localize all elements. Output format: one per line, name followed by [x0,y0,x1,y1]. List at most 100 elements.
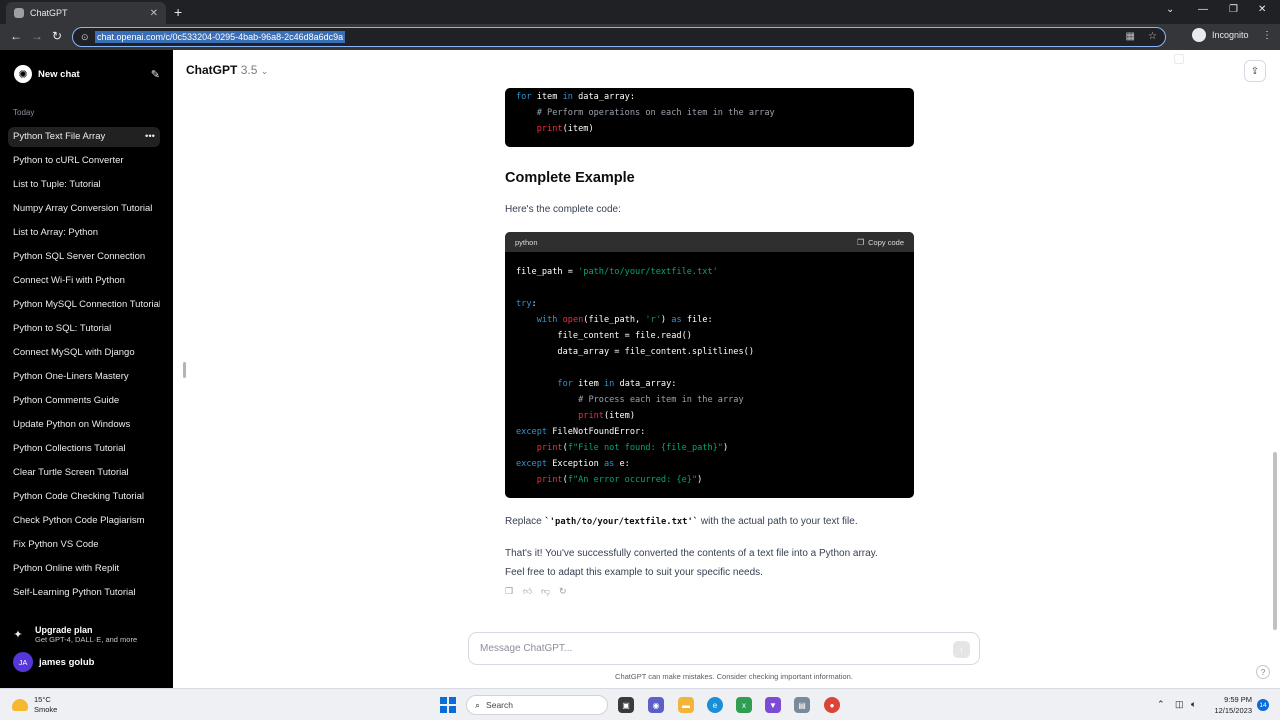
chat-history-item[interactable]: Update Python on Windows [8,415,160,439]
chat-history-item[interactable]: Python Collections Tutorial [8,439,160,463]
wifi-icon[interactable]: ◫ [1175,699,1184,710]
temperature: 15°C [34,695,51,704]
section-heading: Complete Example [505,170,635,186]
share-button[interactable]: ⇪ [1244,60,1266,82]
chat-history-item[interactable]: Python Code Checking Tutorial [8,487,160,511]
openai-logo-icon: ✺ [14,65,32,83]
chat-history-item[interactable]: List to Array: Python [8,223,160,247]
browser-menu-icon[interactable]: ⋮ [1262,30,1272,41]
message-input[interactable]: Message ChatGPT... ↑ [468,632,980,665]
code-line: for item in data_array: [557,379,677,389]
chat-history-item[interactable]: Python to SQL: Tutorial [8,319,160,343]
section-label-today: Today [13,108,35,117]
copy-icon[interactable]: ❐ [505,586,523,597]
new-chat-label: New chat [38,68,80,80]
minimize-icon[interactable]: — [1198,4,1208,15]
help-button[interactable]: ? [1256,665,1270,679]
chat-history-item[interactable]: Python One-Liners Mastery [8,367,160,391]
bookmark-star-icon[interactable]: ☆ [1148,31,1157,42]
weather-widget[interactable]: 15°C Smoke [12,695,57,715]
tab-search-chevron-icon[interactable]: ⌄ [1166,4,1174,15]
weather-condition: Smoke [34,705,58,714]
taskbar-search[interactable]: ⌕ Search [466,695,608,715]
thumbs-down-icon[interactable]: 👎︎ [541,586,559,597]
tray-chevron-up-icon[interactable]: ⌃ [1157,699,1165,710]
code-line: for item in data_array: [516,92,636,102]
back-arrow-icon[interactable]: ← [10,29,22,43]
address-bar[interactable]: ⊙ chat.openai.com/c/0c533204-0295-4bab-9… [72,27,1166,47]
more-options-icon[interactable]: ••• [145,127,155,147]
send-button[interactable]: ↑ [953,641,970,658]
reload-icon[interactable]: ↻ [52,29,62,43]
replace-suffix: with the actual path to your text file. [698,516,858,527]
avatar: JA [13,652,33,672]
code-block-header: python ❐ Copy code [505,232,914,252]
send-arrow-icon: ↑ [959,644,964,655]
search-icon: ⌕ [475,699,481,710]
forward-arrow-icon[interactable]: → [31,29,43,43]
sidebar: ✺ New chat ✎ Today Python Text File Arra… [0,50,173,688]
message-actions: ❐ 👍︎ 👎︎ ↻ [505,586,577,597]
upgrade-plan-button[interactable]: ✦ Upgrade plan Get GPT-4, DALL·E, and mo… [10,620,160,648]
new-chat-button[interactable]: ✺ New chat ✎ [8,62,160,86]
site-info-icon[interactable]: ⊙ [81,32,89,43]
incognito-indicator[interactable]: Incognito [1192,28,1249,42]
model-selector[interactable]: ChatGPT 3.5 ⌄ [186,63,268,77]
code-line: file_content = file.read() [516,331,692,341]
maximize-icon[interactable]: ❐ [1229,4,1238,15]
regenerate-icon[interactable]: ↻ [559,586,577,597]
compose-icon[interactable]: ✎ [151,68,160,81]
chat-history-item[interactable]: Self-Learning Python Tutorial [8,583,160,607]
file-explorer-icon[interactable]: ▬ [678,697,694,713]
code-block: python ❐ Copy code file_path = 'path/to/… [505,232,914,498]
notification-badge[interactable]: 14 [1257,699,1269,711]
thumbs-up-icon[interactable]: 👍︎ [523,586,541,597]
share-icon: ⇪ [1250,65,1260,77]
upgrade-subtitle: Get GPT-4, DALL·E, and more [35,634,138,644]
code-line: # Perform operations on each item in the… [536,108,775,118]
chat-history-item[interactable]: Connect Wi-Fi with Python [8,271,160,295]
chat-history-item[interactable]: Clear Turtle Screen Tutorial [8,463,160,487]
new-tab-plus-icon[interactable]: + [174,4,182,20]
clock-time: 9:59 PM [1224,695,1252,704]
sidebar-collapse-handle[interactable] [183,362,186,378]
vpn-app-icon[interactable]: ▼ [765,697,781,713]
url-text[interactable]: chat.openai.com/c/0c533204-0295-4bab-96a… [95,31,346,43]
excel-icon[interactable]: x [736,697,752,713]
qr-code-icon[interactable]: ▦ [1126,31,1135,42]
user-menu[interactable]: JA james golub [13,652,94,672]
chat-history-item[interactable]: Python Comments Guide [8,391,160,415]
chat-history-list: Python Text File Array ••• Python to cUR… [8,127,160,607]
chat-history-item[interactable]: Check Python Code Plagiarism [8,511,160,535]
chrome-icon[interactable]: ● [824,697,840,713]
code-line: file_path = 'path/to/your/textfile.txt' [516,267,718,277]
chat-history-item[interactable]: Python to cURL Converter [8,151,160,175]
side-panel-icon[interactable] [1174,54,1184,64]
task-view-icon[interactable]: ▣ [618,697,634,713]
edge-browser-icon[interactable]: e [707,697,723,713]
browser-tab[interactable]: ChatGPT ✕ [6,2,166,24]
chat-history-item[interactable]: Connect MySQL with Django [8,343,160,367]
code-line: print(f"An error occurred: {e}") [536,475,703,485]
copy-code-button[interactable]: ❐ Copy code [857,238,904,247]
window-close-icon[interactable]: ✕ [1258,4,1266,15]
chat-history-item[interactable]: Python SQL Server Connection [8,247,160,271]
close-icon[interactable]: ✕ [150,8,158,19]
chat-history-item[interactable]: Numpy Array Conversion Tutorial [8,199,160,223]
taskbar: 15°C Smoke ⌕ Search ▣ ◉ ▬ e x ▼ ▤ ● ⌃ ◫ … [0,688,1280,720]
system-clock[interactable]: 9:59 PM 12/15/2023 [1208,694,1252,716]
closing-line: That's it! You've successfully converted… [505,548,878,559]
chat-app-icon[interactable]: ◉ [648,697,664,713]
chat-history-item[interactable]: Fix Python VS Code [8,535,160,559]
volume-icon[interactable]: 🔈︎ [1191,699,1196,710]
chat-history-item[interactable]: Python MySQL Connection Tutorial [8,295,160,319]
chat-history-item[interactable]: List to Tuple: Tutorial [8,175,160,199]
scrollbar[interactable] [1273,452,1277,630]
chat-history-item[interactable]: Python Online with Replit [8,559,160,583]
replace-instruction: Replace `'path/to/your/textfile.txt'` wi… [505,512,858,532]
intro-text: Here's the complete code: [505,204,621,215]
windows-start-icon[interactable] [440,697,456,713]
chat-history-item[interactable]: Python Text File Array ••• [8,127,160,147]
network-tool-icon[interactable]: ▤ [794,697,810,713]
